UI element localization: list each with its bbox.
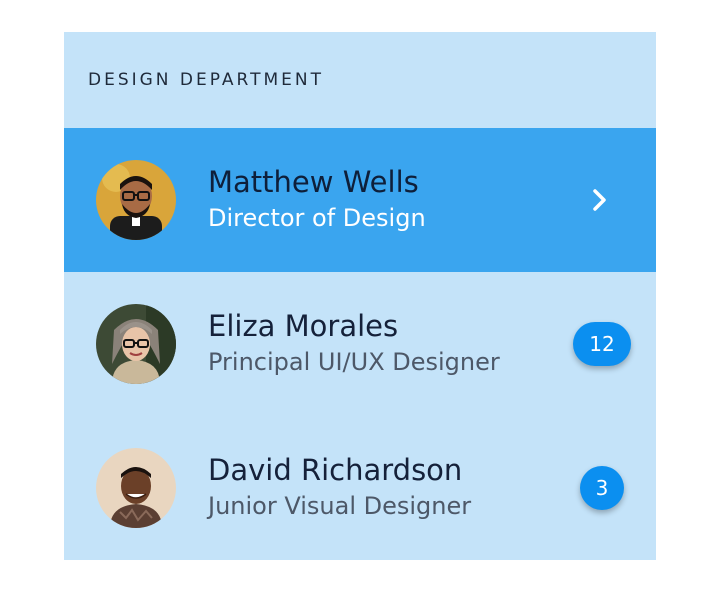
person-name: Matthew Wells (208, 165, 419, 199)
person-row-david-richardson[interactable]: David Richardson Junior Visual Designer … (64, 416, 656, 560)
avatar (96, 160, 176, 240)
chevron-right-icon[interactable] (586, 186, 614, 214)
person-name: Eliza Morales (208, 309, 399, 343)
department-card: DESIGN DEPARTMENT Matthew Wells Director… (64, 32, 656, 560)
person-name: David Richardson (208, 453, 463, 487)
unread-count-badge: 3 (580, 466, 624, 510)
avatar (96, 304, 176, 384)
person-row-eliza-morales[interactable]: Eliza Morales Principal UI/UX Designer 1… (64, 272, 656, 416)
person-title: Junior Visual Designer (208, 492, 472, 520)
person-title: Director of Design (208, 204, 426, 232)
person-row-matthew-wells[interactable]: Matthew Wells Director of Design (64, 128, 656, 272)
department-header: DESIGN DEPARTMENT (88, 70, 325, 90)
avatar (96, 448, 176, 528)
person-title: Principal UI/UX Designer (208, 348, 500, 376)
unread-count-badge: 12 (573, 322, 631, 366)
